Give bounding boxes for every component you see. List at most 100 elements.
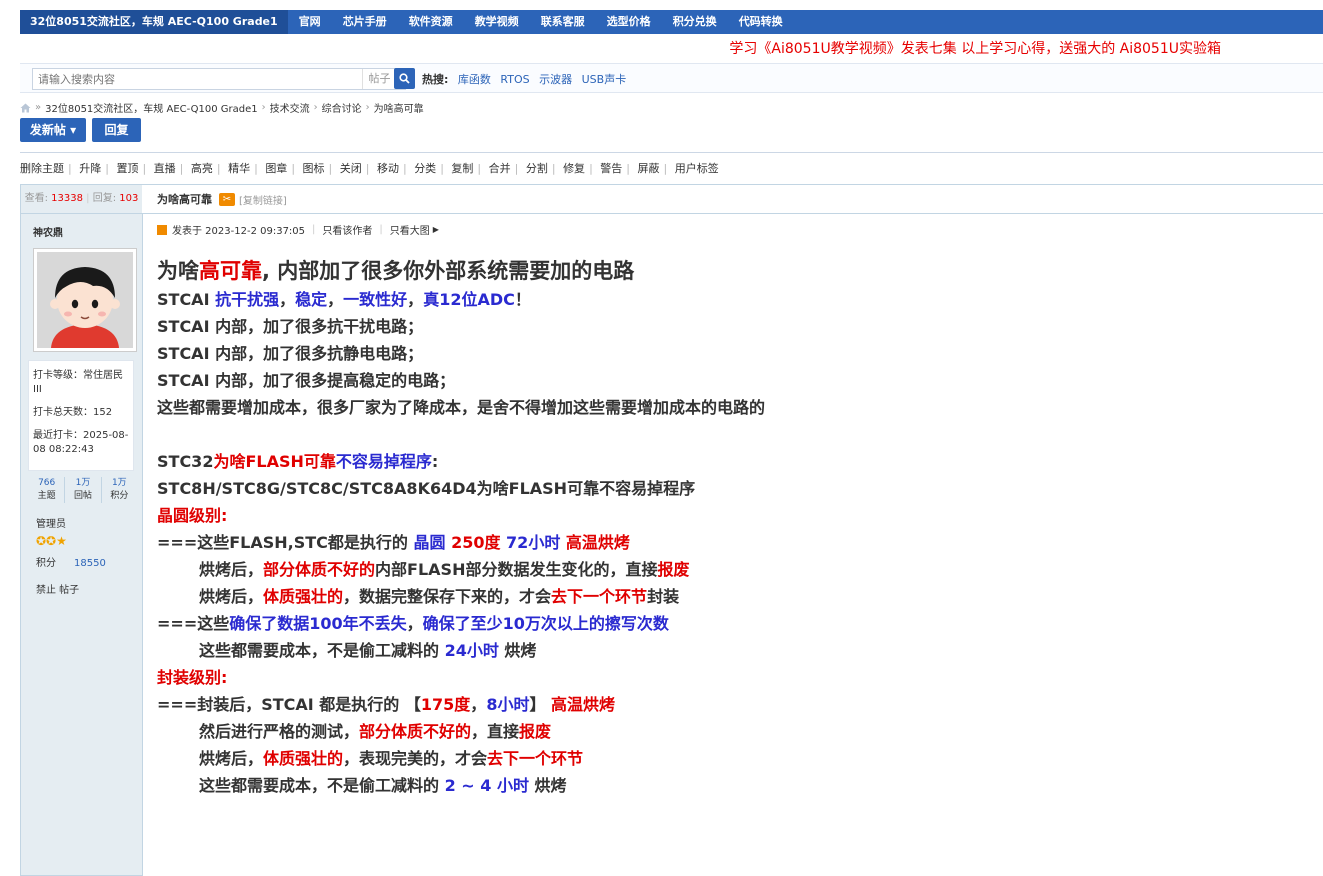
content-line: STCAI 抗干扰强，稳定，一致性好，真12位ADC！ bbox=[157, 290, 531, 309]
post-title: 为啥高可靠 bbox=[157, 193, 212, 206]
search-box: 帖子 ▾ bbox=[32, 68, 406, 90]
mod-merge[interactable]: 合并 bbox=[489, 162, 511, 175]
nav-video[interactable]: 教学视频 bbox=[464, 10, 530, 34]
mod-user-tag[interactable]: 用户标签 bbox=[675, 162, 719, 175]
nav-software[interactable]: 软件资源 bbox=[398, 10, 464, 34]
copy-link-icon[interactable]: ✂ bbox=[219, 192, 235, 206]
mod-digest[interactable]: 精华 bbox=[228, 162, 250, 175]
hot-search: 热搜: 库函数 RTOS 示波器 USB声卡 bbox=[422, 71, 626, 87]
content-line: 封装级别: bbox=[157, 668, 228, 687]
post-meta: 发表于 2023-12-2 09:37:05 | 只看该作者 | 只看大图 ▶ bbox=[157, 222, 439, 237]
content-line: STC8H/STC8G/STC8C/STC8A8K64D4为啥FLASH可靠不容… bbox=[157, 479, 696, 498]
checkin-days: 打卡总天数：152 bbox=[33, 407, 113, 418]
nav-pricing[interactable]: 选型价格 bbox=[596, 10, 662, 34]
avatar-image bbox=[37, 252, 133, 348]
content-line: STCAI 内部，加了很多抗静电电路； bbox=[157, 344, 424, 363]
caret-right-icon: ▶ bbox=[432, 225, 439, 234]
search-button[interactable] bbox=[394, 68, 415, 89]
breadcrumb: » 32位8051交流社区，车规 AEC-Q100 Grade1 › 技术交流 … bbox=[20, 100, 424, 115]
thread-stats: 查看: 13338 | 回复: 103 bbox=[21, 184, 142, 214]
breadcrumb-item[interactable]: 技术交流 bbox=[270, 100, 310, 115]
posts-count[interactable]: 1万 回帖 bbox=[65, 477, 102, 503]
nav-code-convert[interactable]: 代码转换 bbox=[728, 10, 794, 34]
post-floor-icon bbox=[157, 224, 167, 235]
hot-search-link[interactable]: USB声卡 bbox=[582, 73, 627, 86]
post-title-bar: 为啥高可靠 ✂ [复制链接] bbox=[142, 184, 1323, 214]
hot-search-link[interactable]: 库函数 bbox=[458, 73, 491, 86]
breadcrumb-item[interactable]: 综合讨论 bbox=[322, 100, 362, 115]
mod-delete-thread[interactable]: 删除主题 bbox=[20, 162, 64, 175]
views-label: 查看: bbox=[24, 193, 48, 204]
nav-official-site[interactable]: 官网 bbox=[288, 10, 332, 34]
mod-stamp[interactable]: 图章 bbox=[265, 162, 287, 175]
mod-block[interactable]: 屏蔽 bbox=[638, 162, 660, 175]
search-type-label: 帖子 bbox=[368, 72, 391, 85]
replies-count: 103 bbox=[119, 193, 139, 204]
content-line: STC32为啥FLASH可靠不容易掉程序: bbox=[157, 452, 439, 471]
content-line: STCAI 内部，加了很多提高稳定的电路； bbox=[157, 371, 456, 390]
content-line: ===封装后，STCAI 都是执行的 【175度，8小时】 高温烘烤 bbox=[157, 695, 616, 714]
mod-sticky[interactable]: 置顶 bbox=[116, 162, 138, 175]
site-name[interactable]: 32位8051交流社区，车规 AEC-Q100 Grade1 bbox=[20, 10, 288, 34]
content-line: 烘烤后，部分体质不好的内部FLASH部分数据发生变化的，直接报废 bbox=[199, 560, 690, 579]
mod-move[interactable]: 移动 bbox=[377, 162, 399, 175]
mod-live[interactable]: 直播 bbox=[154, 162, 176, 175]
content-line: 烘烤后，体质强壮的，数据完整保存下来的，才会去下一个环节封装 bbox=[199, 587, 680, 606]
checkin-info: 打卡等级：常住居民III 打卡总天数：152 最近打卡：2025-08-08 0… bbox=[28, 360, 134, 471]
new-post-label: 发新帖 bbox=[29, 123, 66, 137]
post-time: 发表于 2023-12-2 09:37:05 bbox=[172, 226, 306, 237]
mod-copy[interactable]: 复制 bbox=[451, 162, 473, 175]
content-line: 然后进行严格的测试，部分体质不好的，直接报废 bbox=[199, 722, 552, 741]
post-content: 为啥高可靠, 内部加了很多你外部系统需要加的电路 STCAI 抗干扰强，稳定，一… bbox=[157, 256, 1307, 799]
content-line: ===这些FLASH,STC都是执行的 晶圆 250度 72小时 高温烘烤 bbox=[157, 533, 630, 552]
mod-category[interactable]: 分类 bbox=[414, 162, 436, 175]
author-name[interactable]: 神农鼎 bbox=[21, 214, 142, 248]
checkin-level: 打卡等级：常住居民III bbox=[33, 370, 123, 395]
home-icon[interactable] bbox=[20, 103, 31, 113]
only-big-image-link[interactable]: 只看大图 bbox=[390, 222, 430, 237]
mod-close[interactable]: 关闭 bbox=[340, 162, 362, 175]
caret-down-icon: ▾ bbox=[70, 123, 77, 137]
hot-search-link[interactable]: 示波器 bbox=[539, 73, 572, 86]
only-author-link[interactable]: 只看该作者 bbox=[322, 222, 372, 237]
mod-icon[interactable]: 图标 bbox=[303, 162, 325, 175]
content-line: 为啥高可靠, 内部加了很多你外部系统需要加的电路 bbox=[157, 259, 635, 283]
replies-label: 回复: bbox=[92, 193, 117, 204]
mod-split[interactable]: 分割 bbox=[526, 162, 548, 175]
avatar[interactable] bbox=[33, 248, 137, 352]
author-counts: 766 主题 1万 回帖 1万 积分 bbox=[29, 477, 137, 503]
nav-support[interactable]: 联系客服 bbox=[530, 10, 596, 34]
rank-stars-icon: ✪✪★ bbox=[36, 534, 67, 548]
nav-points[interactable]: 积分兑换 bbox=[662, 10, 728, 34]
points-count[interactable]: 1万 积分 bbox=[102, 477, 137, 503]
content-line: 这些都需要成本，不是偷工减料的 24小时 烘烤 bbox=[199, 641, 537, 660]
breadcrumb-item[interactable]: 32位8051交流社区，车规 AEC-Q100 Grade1 bbox=[45, 100, 257, 115]
author-points: 积分 18550 bbox=[36, 558, 106, 569]
content-line: STCAI 内部，加了很多抗干扰电路； bbox=[157, 317, 424, 336]
threads-count[interactable]: 766 主题 bbox=[29, 477, 66, 503]
content-line: 这些都需要增加成本，很多厂家为了降成本，是舍不得增加这些需要增加成本的电路的 bbox=[157, 398, 766, 417]
mod-warn[interactable]: 警告 bbox=[600, 162, 622, 175]
hot-search-link[interactable]: RTOS bbox=[500, 73, 529, 86]
top-nav: 32位8051交流社区，车规 AEC-Q100 Grade1 官网 芯片手册 软… bbox=[20, 10, 1323, 34]
mod-repair[interactable]: 修复 bbox=[563, 162, 585, 175]
ban-posts-link[interactable]: 禁止 帖子 bbox=[36, 581, 142, 596]
views-count: 13338 bbox=[51, 193, 83, 204]
content-line: 这些都需要成本，不是偷工减料的 2 ~ 4 小时 烘烤 bbox=[199, 776, 567, 795]
mod-bump[interactable]: 升降 bbox=[79, 162, 101, 175]
nav-chip-manual[interactable]: 芯片手册 bbox=[332, 10, 398, 34]
author-sidebar: 查看: 13338 | 回复: 103 神农鼎 打卡等级：常住居民III 打卡总… bbox=[20, 184, 143, 876]
last-checkin: 最近打卡：2025-08-08 08:22:43 bbox=[33, 430, 129, 455]
mod-highlight[interactable]: 高亮 bbox=[191, 162, 213, 175]
user-role[interactable]: 管理员 bbox=[36, 515, 142, 530]
search-bar: 帖子 ▾ 热搜: 库函数 RTOS 示波器 USB声卡 bbox=[20, 63, 1323, 93]
copy-link[interactable]: [复制链接] bbox=[239, 192, 287, 207]
content-line: 烘烤后，体质强壮的，表现完美的，才会去下一个环节 bbox=[199, 749, 584, 768]
reply-button[interactable]: 回复 bbox=[92, 118, 141, 142]
new-post-button[interactable]: 发新帖 ▾ bbox=[20, 118, 86, 142]
hot-search-label: 热搜: bbox=[422, 73, 449, 86]
promo-link[interactable]: 学习《Ai8051U教学视频》发表七集 以上学习心得，送强大的 Ai8051U实… bbox=[729, 38, 1221, 58]
breadcrumb-item[interactable]: 为啥高可靠 bbox=[374, 100, 424, 115]
search-input[interactable] bbox=[33, 69, 362, 89]
content-line: 晶圆级别: bbox=[157, 506, 228, 525]
